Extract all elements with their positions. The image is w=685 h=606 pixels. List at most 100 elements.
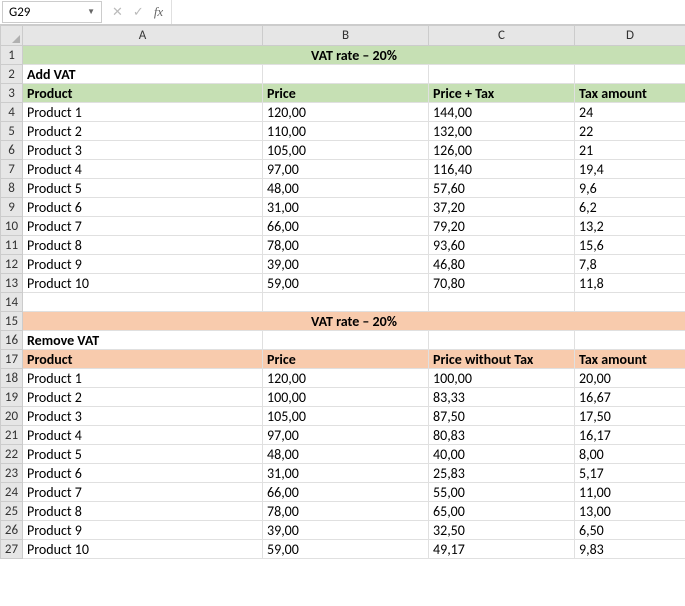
cell[interactable]: 15,6 [575, 236, 685, 255]
cell[interactable]: Tax amount [575, 350, 685, 369]
cell[interactable] [429, 65, 575, 84]
row-header-1[interactable]: 1 [1, 46, 23, 65]
cell[interactable] [575, 331, 685, 350]
cell[interactable]: 17,50 [575, 407, 685, 426]
cell[interactable]: 48,00 [263, 179, 429, 198]
cell[interactable]: 39,00 [263, 521, 429, 540]
cell[interactable]: 9,6 [575, 179, 685, 198]
row-header-17[interactable]: 17 [1, 350, 23, 369]
row-header-16[interactable]: 16 [1, 331, 23, 350]
cell[interactable]: Price without Tax [429, 350, 575, 369]
cell[interactable]: Product 5 [23, 179, 263, 198]
cell[interactable]: 5,17 [575, 464, 685, 483]
cell[interactable]: 93,60 [429, 236, 575, 255]
row-header-12[interactable]: 12 [1, 255, 23, 274]
cell[interactable]: Product 4 [23, 160, 263, 179]
col-header-D[interactable]: D [575, 26, 685, 46]
row-header-9[interactable]: 9 [1, 198, 23, 217]
cell[interactable]: 144,00 [429, 103, 575, 122]
cell[interactable]: Product 8 [23, 236, 263, 255]
cell[interactable]: Product 1 [23, 369, 263, 388]
col-header-C[interactable]: C [429, 26, 575, 46]
cell[interactable]: Product 2 [23, 388, 263, 407]
cell[interactable]: Product 1 [23, 103, 263, 122]
cell[interactable]: 22 [575, 122, 685, 141]
cell[interactable] [23, 293, 263, 312]
row-header-13[interactable]: 13 [1, 274, 23, 293]
row-header-3[interactable]: 3 [1, 84, 23, 103]
chevron-down-icon[interactable]: ▼ [87, 7, 95, 17]
cell[interactable]: Product [23, 350, 263, 369]
cell[interactable]: 83,33 [429, 388, 575, 407]
cell[interactable]: 55,00 [429, 483, 575, 502]
row-header-26[interactable]: 26 [1, 521, 23, 540]
cell[interactable]: 132,00 [429, 122, 575, 141]
row-header-18[interactable]: 18 [1, 369, 23, 388]
cell[interactable]: 65,00 [429, 502, 575, 521]
cell[interactable]: 16,67 [575, 388, 685, 407]
cell[interactable]: Product [23, 84, 263, 103]
cell[interactable]: 31,00 [263, 464, 429, 483]
cell[interactable]: Product 7 [23, 483, 263, 502]
cell[interactable]: 120,00 [263, 369, 429, 388]
cell[interactable] [429, 331, 575, 350]
cell[interactable]: 57,60 [429, 179, 575, 198]
cell[interactable]: 126,00 [429, 141, 575, 160]
cell[interactable] [429, 293, 575, 312]
cell[interactable]: 9,83 [575, 540, 685, 559]
row-header-22[interactable]: 22 [1, 445, 23, 464]
row-header-21[interactable]: 21 [1, 426, 23, 445]
spreadsheet-grid[interactable]: A B C D 1VAT rate – 20%2Add VAT3ProductP… [0, 25, 685, 559]
cell[interactable]: 19,4 [575, 160, 685, 179]
cell[interactable]: 110,00 [263, 122, 429, 141]
cell[interactable]: Product 8 [23, 502, 263, 521]
row-header-27[interactable]: 27 [1, 540, 23, 559]
cell[interactable]: 97,00 [263, 160, 429, 179]
cell[interactable]: 31,00 [263, 198, 429, 217]
cell[interactable]: 97,00 [263, 426, 429, 445]
cell[interactable]: 105,00 [263, 141, 429, 160]
row-header-14[interactable]: 14 [1, 293, 23, 312]
cell[interactable]: 11,00 [575, 483, 685, 502]
cell[interactable] [575, 65, 685, 84]
cell[interactable]: Product 10 [23, 274, 263, 293]
row-header-5[interactable]: 5 [1, 122, 23, 141]
cell[interactable]: 11,8 [575, 274, 685, 293]
cell[interactable]: 24 [575, 103, 685, 122]
select-all-corner[interactable] [1, 26, 23, 46]
cell[interactable]: Product 4 [23, 426, 263, 445]
cell[interactable] [263, 65, 429, 84]
cell[interactable]: 49,17 [429, 540, 575, 559]
cell[interactable]: Price [263, 84, 429, 103]
cell[interactable]: 78,00 [263, 236, 429, 255]
merged-title[interactable]: VAT rate – 20% [23, 312, 685, 331]
cell[interactable]: 13,00 [575, 502, 685, 521]
merged-title[interactable]: VAT rate – 20% [23, 46, 685, 65]
cell[interactable]: 100,00 [263, 388, 429, 407]
cell[interactable]: Product 6 [23, 464, 263, 483]
cell[interactable]: 70,80 [429, 274, 575, 293]
cell[interactable]: 87,50 [429, 407, 575, 426]
cell[interactable]: 78,00 [263, 502, 429, 521]
cell[interactable]: 13,2 [575, 217, 685, 236]
cell[interactable]: Product 3 [23, 141, 263, 160]
cell[interactable]: 32,50 [429, 521, 575, 540]
cell[interactable]: Product 10 [23, 540, 263, 559]
cell[interactable]: Product 6 [23, 198, 263, 217]
row-header-11[interactable]: 11 [1, 236, 23, 255]
name-box[interactable]: G29 ▼ [2, 1, 102, 23]
row-header-4[interactable]: 4 [1, 103, 23, 122]
cell[interactable]: 25,83 [429, 464, 575, 483]
cell[interactable]: 46,80 [429, 255, 575, 274]
row-header-19[interactable]: 19 [1, 388, 23, 407]
cell[interactable] [263, 293, 429, 312]
row-header-20[interactable]: 20 [1, 407, 23, 426]
cell[interactable]: 39,00 [263, 255, 429, 274]
col-header-B[interactable]: B [263, 26, 429, 46]
cell[interactable]: 20,00 [575, 369, 685, 388]
row-header-10[interactable]: 10 [1, 217, 23, 236]
cell[interactable]: Product 3 [23, 407, 263, 426]
cell[interactable]: Product 7 [23, 217, 263, 236]
cell[interactable]: 16,17 [575, 426, 685, 445]
cell[interactable]: Product 5 [23, 445, 263, 464]
